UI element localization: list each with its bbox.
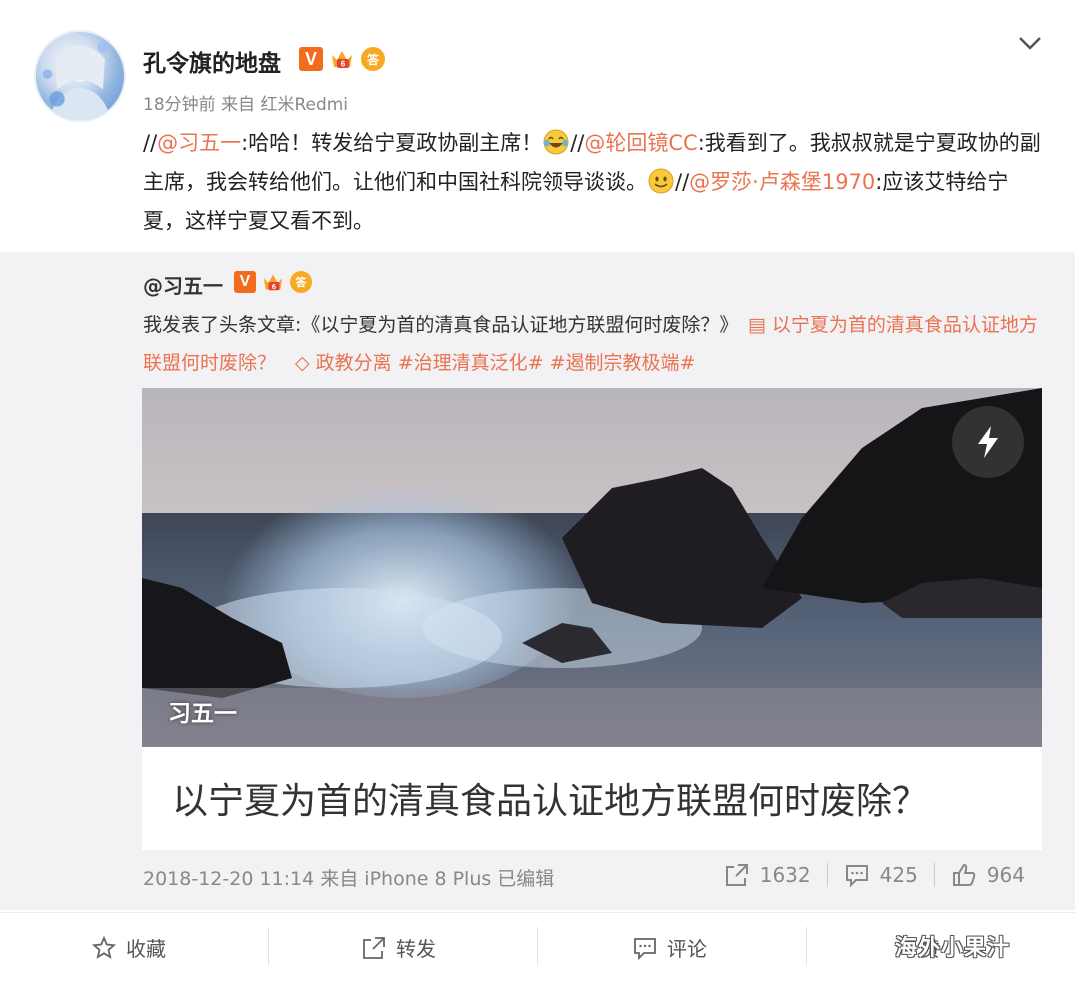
comment-icon [845, 865, 868, 888]
repost-count-button[interactable]: 1632 [708, 862, 827, 888]
content-text: :哈哈！转发给宁夏政协副主席！ [241, 131, 543, 155]
flash-button[interactable] [952, 406, 1024, 478]
chevron-down-icon[interactable] [1017, 34, 1043, 52]
vip-crown-icon: 6 [263, 274, 283, 291]
repost-prefix: 我发表了头条文章:《以宁夏为首的清真食品认证地方联盟何时废除？》 [143, 314, 729, 336]
repost-author-badges: V 6 答 [234, 270, 312, 294]
lightning-icon [978, 426, 998, 458]
post-content: //@习五一:哈哈！转发给宁夏政协副主席！//@轮回镜CC:我看到了。我叔叔就是… [143, 124, 1043, 241]
repost-label: 转发 [396, 937, 436, 961]
repost-meta: 2018-12-20 11:14 来自 iPhone 8 Plus 已编辑 [143, 868, 555, 890]
reposted-weibo[interactable]: @习五一 V 6 答 我发表了头条文章:《以宁夏为首的清真食品认证地方联盟何时废… [0, 252, 1075, 910]
image-watermark: 海外小果汁 [895, 936, 1011, 961]
mention-link[interactable]: @轮回镜CC [584, 131, 697, 155]
divider [537, 927, 538, 965]
article-card[interactable]: 习五一 以宁夏为首的清真食品认证地方联盟何时废除？ [142, 388, 1042, 850]
cover-watermark: 习五一 [168, 701, 237, 727]
vip-crown-icon: 6 [332, 51, 352, 69]
smile-emoji-icon [648, 168, 674, 194]
verified-badge-icon: V [299, 47, 323, 71]
topic-link[interactable]: ◇ 政教分离 [295, 352, 392, 374]
post-meta: 18分钟前 来自 红米Redmi [143, 95, 349, 115]
thumbs-up-icon [952, 863, 976, 886]
repost-button[interactable]: 转发 [362, 913, 436, 981]
hashtag-link[interactable]: #治理清真泛化# [398, 352, 544, 374]
verified-badge-icon: V [234, 271, 256, 293]
share-icon [725, 864, 748, 886]
favorite-label: 收藏 [126, 937, 166, 961]
comment-count: 425 [879, 863, 918, 887]
favorite-button[interactable]: 收藏 [92, 913, 166, 981]
answer-badge-icon: 答 [290, 271, 312, 293]
comment-icon [634, 937, 656, 960]
repost-text: 我发表了头条文章:《以宁夏为首的清真食品认证地方联盟何时废除？》 ▤ 以宁夏为首… [143, 306, 1043, 382]
repost-author[interactable]: @习五一 [143, 270, 223, 299]
divider [806, 927, 807, 965]
author-name[interactable]: 孔令旗的地盘 [143, 44, 281, 78]
repost-count: 1632 [759, 863, 811, 887]
author-badges: V 6 答 [299, 46, 385, 72]
avatar[interactable] [34, 30, 126, 122]
comment-button[interactable]: 评论 [633, 913, 707, 981]
article-title[interactable]: 以宁夏为首的清真食品认证地方联盟何时废除？ [172, 772, 928, 824]
content-text: // [570, 131, 585, 155]
divider [268, 927, 269, 965]
laugh-cry-emoji-icon [543, 129, 569, 155]
comment-label: 评论 [667, 937, 707, 961]
like-count: 964 [986, 863, 1025, 887]
star-icon [92, 935, 116, 959]
answer-badge-icon: 答 [361, 47, 385, 71]
content-text: // [143, 131, 158, 155]
comment-count-button[interactable]: 425 [828, 862, 934, 888]
article-cover-image [142, 388, 1042, 747]
svg-text:6: 6 [272, 282, 276, 291]
mention-link[interactable]: @习五一 [157, 131, 241, 155]
svg-text:6: 6 [341, 60, 346, 69]
hashtag-link[interactable]: #遏制宗教极端# [550, 352, 696, 374]
mention-link[interactable]: @罗莎·卢森堡1970 [689, 170, 875, 194]
share-icon [363, 936, 385, 959]
repost-stats: 1632 425 964 [708, 862, 1041, 888]
content-text: // [675, 170, 690, 194]
like-count-button[interactable]: 964 [935, 862, 1041, 888]
